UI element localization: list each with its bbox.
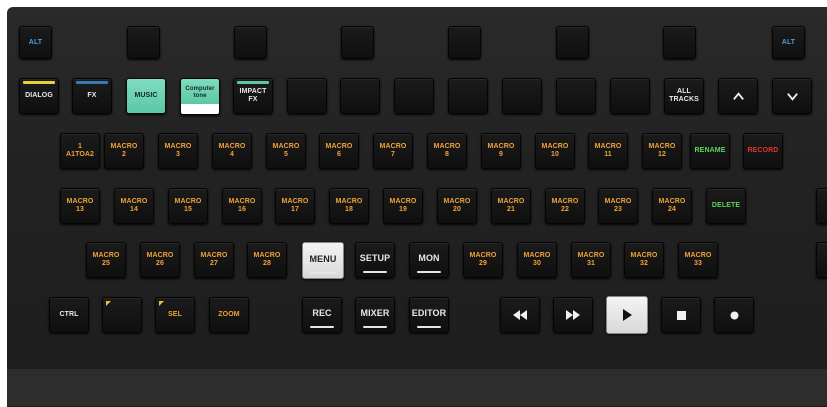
blank-key-r2-1[interactable] <box>287 78 327 114</box>
impact-fx-key[interactable]: IMPACT FX <box>233 78 273 114</box>
record-dot-icon <box>730 311 738 319</box>
macro-24-key[interactable]: MACRO 24 <box>652 188 692 224</box>
macro-13-key[interactable]: MACRO 13 <box>60 188 100 224</box>
ctrl-key[interactable]: CTRL <box>49 297 89 333</box>
rewind-key[interactable] <box>500 297 540 333</box>
macro-29-key[interactable]: MACRO 29 <box>463 242 503 278</box>
fast-forward-key[interactable] <box>553 297 593 333</box>
menu-key[interactable]: MENU <box>302 242 344 279</box>
sel-label: SEL <box>168 311 182 318</box>
flag-corner-icon <box>106 301 111 306</box>
macro-8-key[interactable]: MACRO 8 <box>427 133 467 169</box>
record-key[interactable]: RECORD <box>743 133 783 169</box>
macro-10-key[interactable]: MACRO 10 <box>535 133 575 169</box>
blank-key-r2-7[interactable] <box>610 78 650 114</box>
stop-key[interactable] <box>661 297 701 333</box>
blank-key-r4-edge[interactable] <box>816 188 827 224</box>
rec-key[interactable]: REC <box>302 297 342 333</box>
fx-key[interactable]: FX <box>72 78 112 114</box>
macro-26-key[interactable]: MACRO 26 <box>140 242 180 278</box>
macro-5-key[interactable]: MACRO 5 <box>266 133 306 169</box>
up-key[interactable] <box>718 78 758 114</box>
zoom-key[interactable]: ZOOM <box>209 297 249 333</box>
alt-left-key[interactable]: ALT <box>19 26 52 59</box>
all-tracks-key[interactable]: ALL TRACKS <box>664 78 704 114</box>
computer-tone-white-area <box>181 104 219 114</box>
mixer-key[interactable]: MIXER <box>355 297 395 333</box>
flag-corner-icon <box>159 301 164 306</box>
macro-1-a1toa2-key[interactable]: 1 A1TOA2 <box>60 133 100 169</box>
dialog-key[interactable]: DIALOG <box>19 78 59 114</box>
panel-bottom-strip <box>7 369 827 406</box>
fast-forward-icon <box>566 310 580 320</box>
blank-key-r2-4[interactable] <box>448 78 488 114</box>
setup-key[interactable]: SETUP <box>355 242 395 278</box>
blank-key-r1-3[interactable] <box>341 26 374 59</box>
record-dot-key[interactable] <box>714 297 754 333</box>
computer-tone-key[interactable]: Computer tone <box>180 78 220 115</box>
play-key[interactable] <box>606 296 648 334</box>
macro-2-key[interactable]: MACRO 2 <box>104 133 144 169</box>
rewind-icon <box>513 310 527 320</box>
sel-key[interactable]: SEL <box>155 297 195 333</box>
macro-3-key[interactable]: MACRO 3 <box>158 133 198 169</box>
macro-30-key[interactable]: MACRO 30 <box>517 242 557 278</box>
impact-fx-label: IMPACT FX <box>239 88 267 103</box>
macro-9-key[interactable]: MACRO 9 <box>481 133 521 169</box>
macro-6-key[interactable]: MACRO 6 <box>319 133 359 169</box>
macro-21-key[interactable]: MACRO 21 <box>491 188 531 224</box>
blank-key-r1-5[interactable] <box>556 26 589 59</box>
dialog-label: DIALOG <box>25 92 53 99</box>
blank-key-r2-2[interactable] <box>340 78 380 114</box>
alt-right-key[interactable]: ALT <box>772 26 805 59</box>
macro-14-key[interactable]: MACRO 14 <box>114 188 154 224</box>
macro-19-key[interactable]: MACRO 19 <box>383 188 423 224</box>
macro-20-key[interactable]: MACRO 20 <box>437 188 477 224</box>
blank-key-r5-edge[interactable] <box>816 242 827 278</box>
blank-key-r1-2[interactable] <box>234 26 267 59</box>
blank-key-r2-5[interactable] <box>502 78 542 114</box>
play-icon <box>623 309 632 321</box>
macro-27-key[interactable]: MACRO 27 <box>194 242 234 278</box>
fx-label: FX <box>87 92 97 99</box>
fx-color-bar <box>76 81 108 84</box>
macro-12-key[interactable]: MACRO 12 <box>642 133 682 169</box>
macro-18-key[interactable]: MACRO 18 <box>329 188 369 224</box>
macro-16-key[interactable]: MACRO 16 <box>222 188 262 224</box>
music-key[interactable]: MUSIC <box>126 78 166 114</box>
stop-icon <box>676 310 686 320</box>
chevron-up-icon <box>732 91 744 100</box>
macro-4-key[interactable]: MACRO 4 <box>212 133 252 169</box>
music-label: MUSIC <box>134 92 158 99</box>
blank-key-r1-6[interactable] <box>663 26 696 59</box>
macro-11-key[interactable]: MACRO 11 <box>588 133 628 169</box>
macro-7-key[interactable]: MACRO 7 <box>373 133 413 169</box>
blank-key-r1-4[interactable] <box>448 26 481 59</box>
delete-key[interactable]: DELETE <box>706 188 746 224</box>
blank-key-r2-3[interactable] <box>394 78 434 114</box>
impact-fx-color-bar <box>237 81 269 84</box>
chevron-down-icon <box>786 92 798 101</box>
blank-key-r1-1[interactable] <box>127 26 160 59</box>
dialog-color-bar <box>23 81 55 84</box>
computer-tone-label: Computer tone <box>181 79 219 104</box>
macro-28-key[interactable]: MACRO 28 <box>247 242 287 278</box>
macro-23-key[interactable]: MACRO 23 <box>598 188 638 224</box>
macro-31-key[interactable]: MACRO 31 <box>571 242 611 278</box>
macro-33-key[interactable]: MACRO 33 <box>678 242 718 278</box>
editor-key[interactable]: EDITOR <box>409 297 449 333</box>
macro-17-key[interactable]: MACRO 17 <box>275 188 315 224</box>
macro-22-key[interactable]: MACRO 22 <box>545 188 585 224</box>
macro-15-key[interactable]: MACRO 15 <box>168 188 208 224</box>
blank-flagged-key[interactable] <box>102 297 142 333</box>
down-key[interactable] <box>772 78 812 114</box>
macro-25-key[interactable]: MACRO 25 <box>86 242 126 278</box>
rename-key[interactable]: RENAME <box>690 133 730 169</box>
blank-key-r2-6[interactable] <box>556 78 596 114</box>
macro-32-key[interactable]: MACRO 32 <box>624 242 664 278</box>
mon-key[interactable]: MON <box>409 242 449 278</box>
